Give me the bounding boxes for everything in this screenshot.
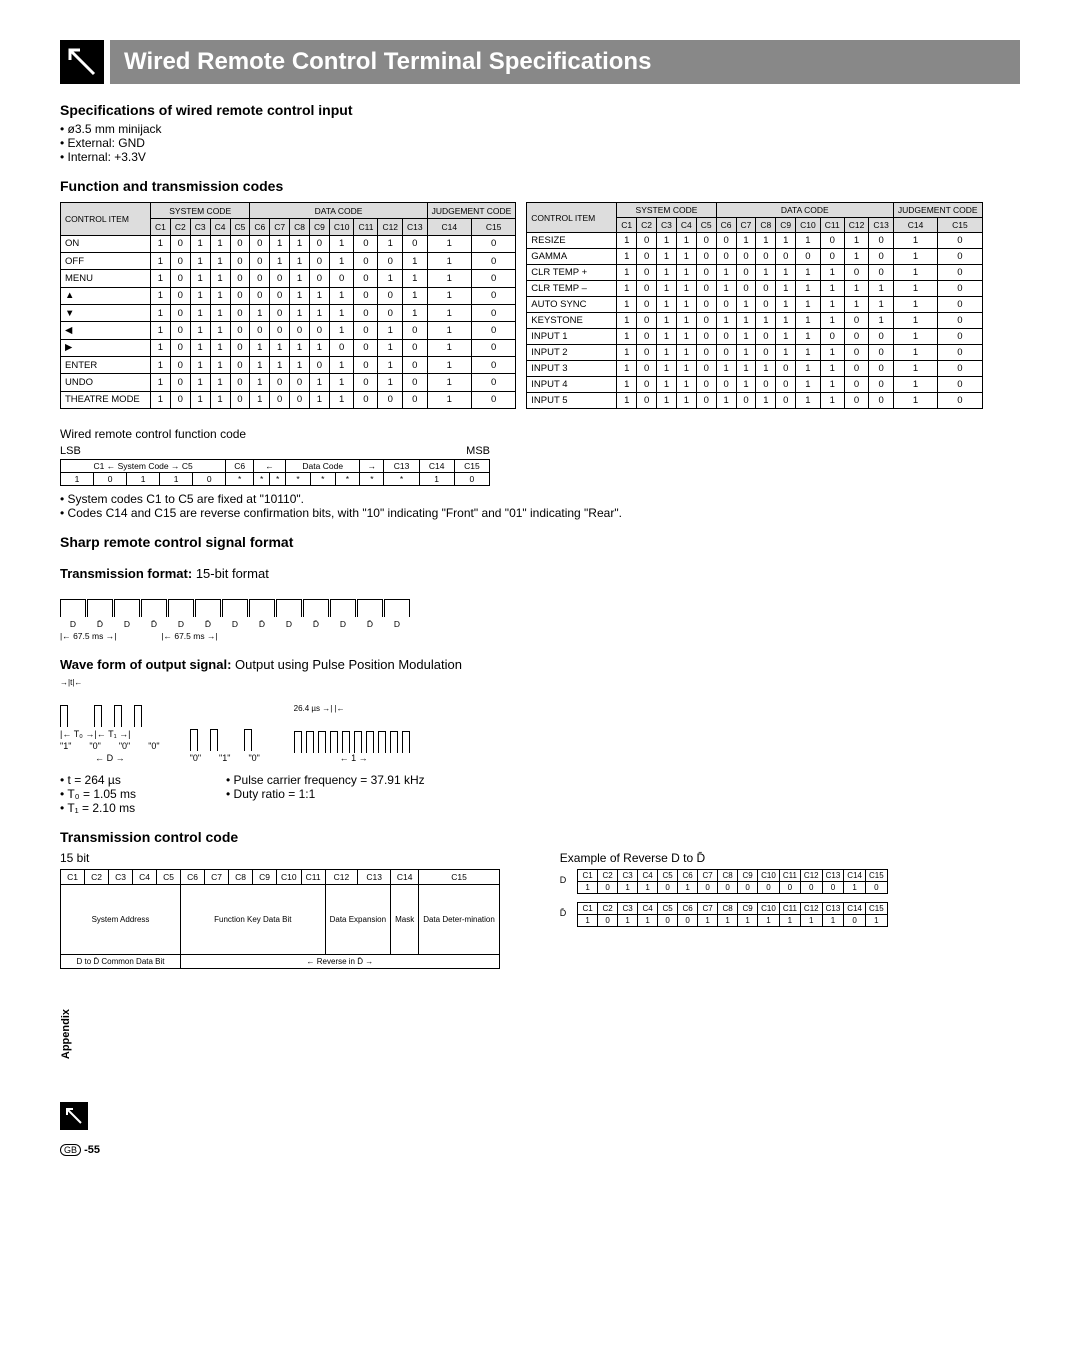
func-code-label: Wired remote control function code: [60, 427, 1020, 441]
wave-right: 26.4 µs →| |← ← 1 →: [294, 704, 414, 763]
timing-item: T₁ = 2.10 ms: [60, 801, 136, 815]
transmission-format-label: Transmission format: 15-bit format: [60, 566, 1020, 581]
page-number: GB -55: [60, 1144, 1020, 1156]
signal-format-title: Sharp remote control signal format: [60, 534, 1020, 550]
tcc-right: Example of Reverse D to D̄ D C1C2C3C4C5C…: [560, 851, 888, 935]
tcc-table: C1C2C3C4C5C6C7C8C9C10C11C12C13C14C15Syst…: [60, 869, 500, 969]
page-header: Wired Remote Control Terminal Specificat…: [60, 40, 1020, 84]
func-notes: System codes C1 to C5 are fixed at "1011…: [60, 492, 1020, 520]
rev-d-table: C1C2C3C4C5C6C7C8C9C10C11C12C13C14C151011…: [577, 869, 888, 894]
rev-dbar-table: C1C2C3C4C5C6C7C8C9C10C11C12C13C14C151011…: [577, 902, 888, 927]
timing-item: T₀ = 1.05 ms: [60, 787, 136, 801]
d-prefix: D: [560, 875, 574, 885]
span-67ms: |← 67.5 ms →| |← 67.5 ms →|: [60, 631, 1020, 641]
note: Codes C14 and C15 are reverse confirmati…: [60, 506, 1020, 520]
tcc-15bit: 15 bit: [60, 851, 500, 865]
spec-item: External: GND: [60, 136, 1020, 150]
waveform-diagram: →|t|← |← T₀ →|← T₁ →| "1" "0" "0" "0" ← …: [60, 678, 1020, 763]
wave-mid: "0" "1" "0": [190, 711, 264, 763]
lsb-label: LSB: [60, 445, 81, 457]
lsb-msb-row: LSB MSB: [60, 445, 490, 457]
header-icon: [60, 40, 104, 84]
appendix-label: Appendix: [60, 1009, 72, 1059]
spec-list: ø3.5 mm minijack External: GND Internal:…: [60, 122, 1020, 164]
wave-left: →|t|← |← T₀ →|← T₁ →| "1" "0" "0" "0" ← …: [60, 678, 160, 763]
spec-title: Specifications of wired remote control i…: [60, 102, 1020, 118]
code-table-left: CONTROL ITEMSYSTEM CODEDATA CODEJUDGEMEN…: [60, 202, 516, 409]
code-table-right: CONTROL ITEMSYSTEM CODEDATA CODEJUDGEMEN…: [526, 202, 982, 409]
func-title: Function and transmission codes: [60, 178, 1020, 194]
msb-label: MSB: [466, 445, 490, 457]
tcc-title: Transmission control code: [60, 829, 1020, 845]
timing-bullets: t = 264 µs T₀ = 1.05 ms T₁ = 2.10 ms Pul…: [60, 773, 1020, 815]
page-title: Wired Remote Control Terminal Specificat…: [110, 40, 1020, 84]
note: System codes C1 to C5 are fixed at "1011…: [60, 492, 1020, 506]
lsb-table: C1 ← System Code → C5C6←Data Code→C13C14…: [60, 459, 490, 486]
spec-item: Internal: +3.3V: [60, 150, 1020, 164]
timing-item: Duty ratio = 1:1: [226, 787, 425, 801]
waveform-label: Wave form of output signal: Output using…: [60, 657, 1020, 672]
spec-item: ø3.5 mm minijack: [60, 122, 1020, 136]
bit-stream-diagram: DD̄DD̄DD̄DD̄DD̄DD̄D |← 67.5 ms →| |← 67.…: [60, 587, 1020, 641]
dbar-prefix: D̄: [560, 908, 574, 918]
footer-icon: [60, 1102, 88, 1130]
timing-item: t = 264 µs: [60, 773, 136, 787]
code-tables: CONTROL ITEMSYSTEM CODEDATA CODEJUDGEMEN…: [60, 202, 1020, 409]
tcc-left: 15 bit C1C2C3C4C5C6C7C8C9C10C11C12C13C14…: [60, 851, 500, 969]
rev-example-label: Example of Reverse D to D̄: [560, 851, 888, 865]
timing-item: Pulse carrier frequency = 37.91 kHz: [226, 773, 425, 787]
